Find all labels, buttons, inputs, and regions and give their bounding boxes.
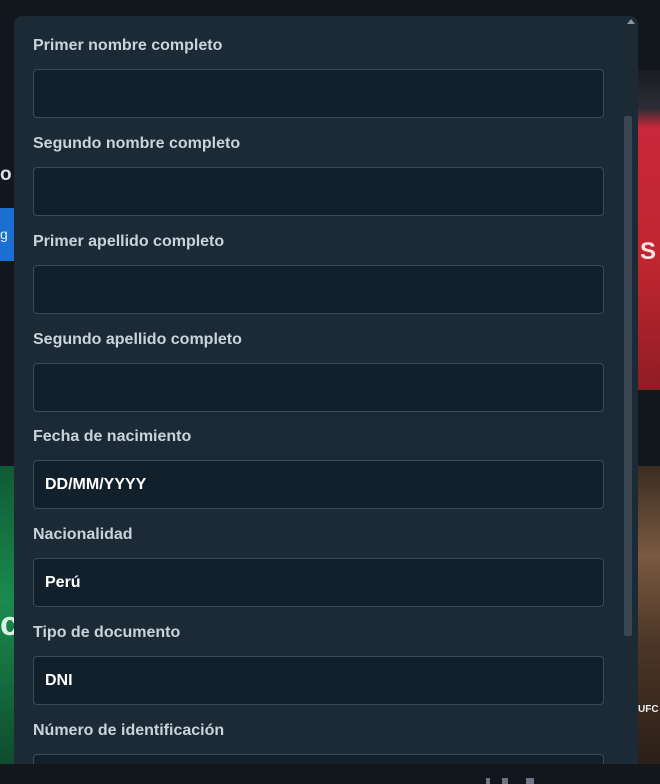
registration-modal: Primer nombre completo Segundo nombre co… [14,16,638,764]
background-bottom-strip [0,764,660,784]
scroll-up-arrow-icon[interactable] [627,19,635,24]
second-name-input[interactable] [33,167,604,216]
field-first-surname: Primer apellido completo [33,232,604,314]
nationality-label: Nacionalidad [33,526,133,543]
first-surname-input[interactable] [33,265,604,314]
id-number-label: Número de identificación [33,722,225,739]
first-name-input[interactable] [33,69,604,118]
background-button-fragment: g [0,208,14,261]
registration-form: Primer nombre completo Segundo nombre co… [14,16,622,764]
field-second-surname: Segundo apellido completo [33,330,604,412]
scrollbar-thumb[interactable] [624,116,632,636]
field-nationality: Nacionalidad [33,525,604,607]
birth-date-label: Fecha de nacimiento [33,428,192,445]
background-promo-right-top: S [636,70,660,390]
background-heading-fragment: o [0,164,12,185]
field-first-name: Primer nombre completo [33,36,604,118]
background-promo-left-text: c [0,605,14,643]
field-birth-date: Fecha de nacimiento [33,427,604,509]
id-number-input[interactable] [33,754,604,764]
background-promo-right-bottom: UFC [636,466,660,766]
second-surname-input[interactable] [33,363,604,412]
background-promo-right-top-text: S [640,238,657,265]
second-surname-label: Segundo apellido completo [33,331,242,348]
document-type-select[interactable] [33,656,604,705]
field-id-number: Número de identificación [33,721,604,764]
first-surname-label: Primer apellido completo [33,233,225,250]
first-name-label: Primer nombre completo [33,37,223,54]
birth-date-input[interactable] [33,460,604,509]
field-document-type: Tipo de documento [33,623,604,705]
background-ufc-badge: UFC [638,704,659,715]
document-type-label: Tipo de documento [33,624,181,641]
field-second-name: Segundo nombre completo [33,134,604,216]
nationality-select[interactable] [33,558,604,607]
second-name-label: Segundo nombre completo [33,135,241,152]
background-promo-left: c [0,466,14,766]
background-bottom-indicator [486,778,546,784]
